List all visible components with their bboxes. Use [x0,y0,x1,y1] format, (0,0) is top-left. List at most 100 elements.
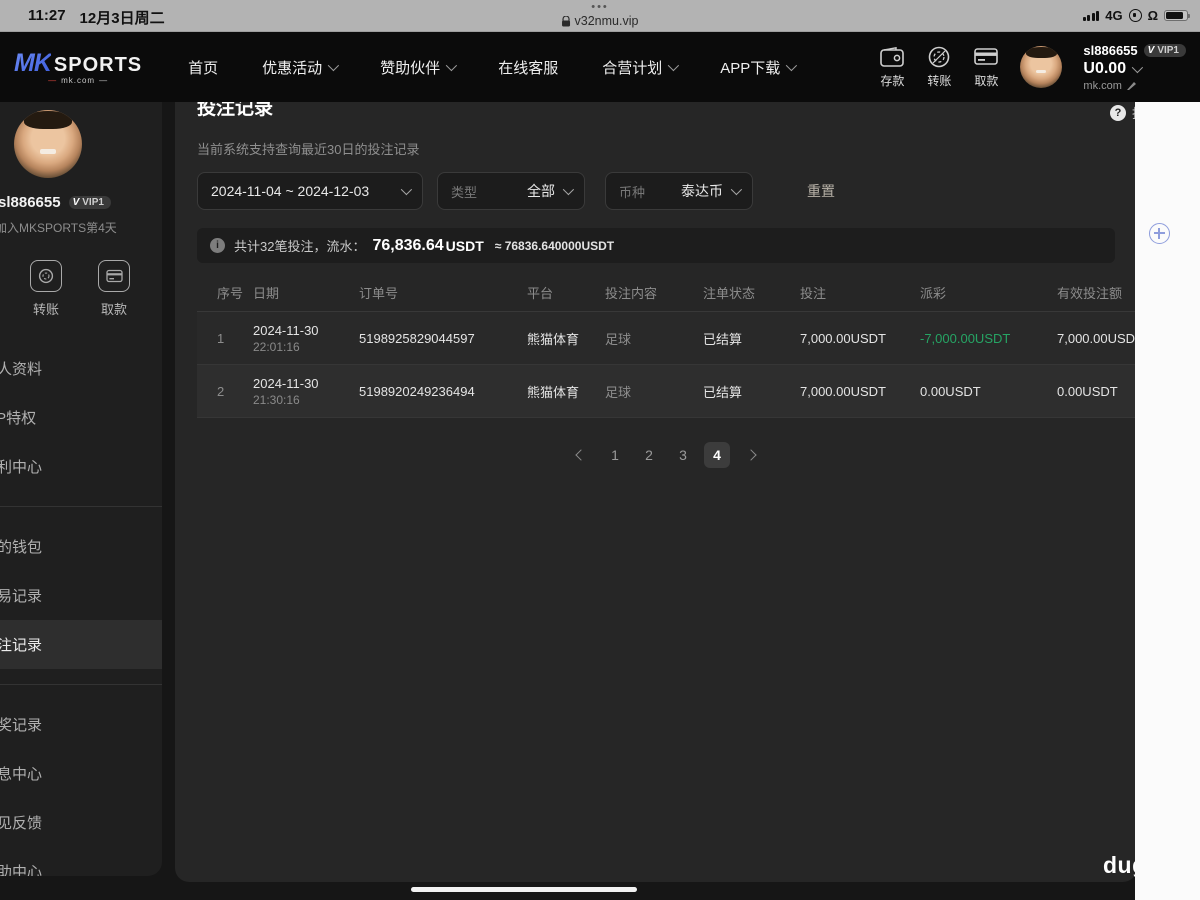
prev-page-button[interactable] [568,442,594,468]
chevron-left-icon [575,449,587,461]
bet-rules-link[interactable]: ? 投注规则 [1110,103,1137,122]
edit-flag-icon [1126,81,1136,90]
page-button-3[interactable]: 3 [670,442,696,468]
cell-order: 5198925829044597 [359,330,475,346]
joined-days-text: 加入MKSPORTS第4天 [0,221,117,235]
sidebar-divider [0,684,162,685]
sidebar-item[interactable]: 福利中心 [0,442,162,491]
status-time: 11:27 [28,7,66,24]
cell-bet: 7,000.00USDT [800,383,886,399]
cell-order: 5198920249236494 [359,383,475,399]
nav-item[interactable]: 合营计划 [602,57,680,78]
cell-content: 足球 [605,384,632,400]
bet-records-panel: 投注记录 ? 投注规则 当前系统支持查询最近30日的投注记录 2024-11-0… [175,102,1137,882]
site-logo[interactable]: MK SPORTS — mk.com — [14,49,142,85]
query-hint-text: 当前系统支持查询最近30日的投注记录 [197,142,420,157]
page-button-2[interactable]: 2 [636,442,662,468]
tab-overview-dots[interactable]: ••• [591,1,609,13]
status-time-date: 11:27 12月3日周二 [28,7,165,28]
balance-dropdown[interactable]: U0.00 [1083,60,1186,78]
home-indicator[interactable] [411,887,637,892]
date-range-select[interactable]: 2024-11-04 ~ 2024-12-03 [197,172,423,210]
bet-records-table: 序号 日期 订单号 平台 投注内容 注单状态 投注 派彩 有效投注额 1 2024-11-30 2… [197,273,1137,418]
top-navbar: MK SPORTS — mk.com — 首页 优惠活动 赞助伙伴 在线客服 合营计… [0,32,1200,102]
cell-status: 已结算 [703,331,743,347]
sidebar-item[interactable]: 个人资料 [0,344,162,393]
address-bar[interactable]: v32nmu.vip [562,14,638,28]
column-header: 有效投注额 [1057,285,1123,301]
sidebar-vip-badge: V VIP1 [68,196,111,209]
page-title: 投注记录 [197,102,274,119]
type-select[interactable]: 类型 全部 [437,172,585,210]
nav-item[interactable]: 首页 [188,57,218,78]
sidebar-withdraw-button[interactable]: 取款 [98,260,130,318]
right-white-panel [1135,102,1200,900]
sidebar-item[interactable]: 我的钱包 [0,522,162,571]
sidebar-item[interactable]: 意见反馈 [0,798,162,847]
currency-select[interactable]: 币种 泰达币 [605,172,753,210]
cell-bet: 7,000.00USDT [800,330,886,346]
username: sl886655 [1083,42,1138,58]
nav-item[interactable]: 赞助伙伴 [380,57,458,78]
network-label: 4G [1105,8,1123,23]
sidebar-item[interactable]: 消息中心 [0,749,162,798]
table-row: 1 2024-11-30 22:01:16 5198925829044597 熊猫… [197,312,1137,365]
withdraw-button[interactable]: 取款 [973,46,999,89]
signal-icon [1082,10,1100,21]
main-nav: 首页 优惠活动 赞助伙伴 在线客服 合营计划 APP下载 [188,57,798,78]
logo-dash2: — [99,76,109,85]
chevron-down-icon [667,59,680,72]
chevron-down-icon [327,59,340,72]
lock-icon [562,15,571,26]
nav-item[interactable]: 优惠活动 [262,57,340,78]
sidebar-item[interactable]: VIP特权 [0,393,162,442]
deposit-button[interactable]: 存款 [879,46,905,89]
ios-status-bar: 11:27 12月3日周二 ••• v32nmu.vip 4G Ω [0,0,1200,32]
next-page-button[interactable] [738,442,764,468]
site-tag: mk.com [1083,80,1186,92]
page-button-1[interactable]: 1 [602,442,628,468]
column-header: 日期 [253,285,280,301]
table-header-row: 序号 日期 订单号 平台 投注内容 注单状态 投注 派彩 有效投注额 [197,273,1137,312]
avatar[interactable] [1020,46,1063,88]
column-header: 投注内容 [605,285,658,301]
chevron-down-icon [785,59,798,72]
sidebar-item[interactable]: 帮助中心 [0,847,162,876]
status-date: 12月3日周二 [79,10,165,27]
sidebar-item[interactable]: 投注记录 [0,620,162,669]
chevron-down-icon [730,183,743,196]
pagination: 1234 [207,442,1125,468]
coin-icon [30,260,62,292]
chevron-down-icon [400,183,413,196]
chevron-down-icon [445,59,458,72]
filter-bar: 2024-11-04 ~ 2024-12-03 类型 全部 币种 泰达币 重置 [197,172,1115,210]
column-header: 派彩 [920,285,947,301]
sidebar-menu: 个人资料VIP特权福利中心我的钱包交易记录投注记录中奖记录消息中心意见反馈帮助中… [0,344,162,876]
page-button-4[interactable]: 4 [704,442,730,468]
sidebar-transfer-button[interactable]: 转账 [30,260,62,318]
coin-icon [926,46,952,68]
sidebar: sl886655 V VIP1 加入MKSPORTS第4天 转账 取款 个人资料… [0,102,162,876]
cell-platform: 熊猫体育 [527,331,580,347]
logo-dash: — [48,76,58,85]
cell-status: 已结算 [703,384,743,400]
summary-bar: i 共计32笔投注，流水： 76,836.64 USDT ≈ 76836.640… [197,228,1115,263]
table-row: 2 2024-11-30 21:30:16 5198920249236494 熊猫… [197,365,1137,418]
circled-plus-icon[interactable] [1149,223,1170,244]
cell-valid: 0.00USDT [1057,383,1118,399]
navbar-right: 存款 转账 取款 sl886655 V VIP1 U0.00 mk.com [879,32,1186,102]
cell-payout: -7,000.00USDT [920,330,1011,346]
nav-item[interactable]: APP下载 [720,57,798,78]
sidebar-username: sl886655 [0,194,61,211]
info-icon: i [210,238,225,253]
nav-item[interactable]: 在线客服 [498,57,558,78]
transfer-button[interactable]: 转账 [926,46,952,89]
sidebar-item[interactable]: 交易记录 [0,571,162,620]
cell-payout: 0.00USDT [920,383,981,399]
reset-button[interactable]: 重置 [807,181,835,201]
vip-v-icon: V [1147,44,1155,56]
cell-date: 2024-11-30 21:30:16 [253,375,319,407]
table-body: 1 2024-11-30 22:01:16 5198925829044597 熊猫… [197,312,1137,418]
sidebar-item[interactable]: 中奖记录 [0,700,162,749]
chevron-down-icon [562,183,575,196]
